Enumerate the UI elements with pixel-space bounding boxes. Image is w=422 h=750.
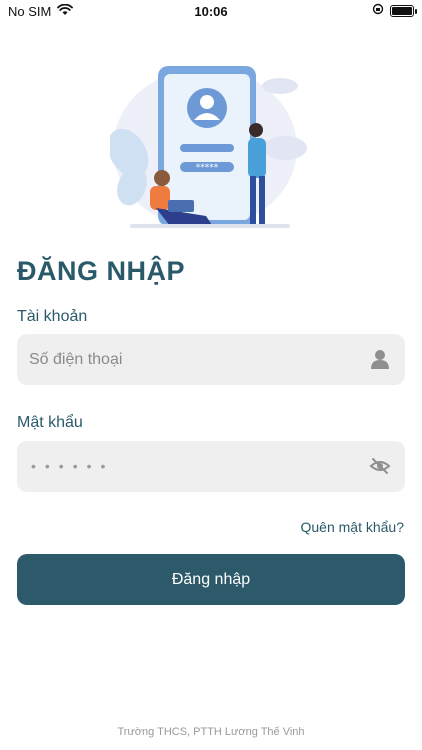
eye-slash-icon[interactable] — [369, 455, 391, 477]
battery-icon — [390, 4, 417, 17]
rotation-lock-icon — [372, 3, 384, 18]
battery-fill — [392, 6, 412, 15]
footer-text: Trường THCS, PTTH Lương Thế Vinh — [117, 726, 305, 738]
password-label: Mật khẩu — [17, 414, 83, 431]
username-field[interactable] — [17, 334, 405, 385]
login-button[interactable]: Đăng nhập — [17, 554, 405, 605]
status-time: 10:06 — [194, 4, 228, 19]
svg-text:*****: ***** — [196, 163, 219, 173]
page-title: ĐĂNG NHẬP — [17, 256, 186, 286]
status-right — [372, 3, 417, 18]
status-bar: No SIM 10:06 — [0, 0, 422, 22]
forgot-password-link[interactable]: Quên mật khẩu? — [300, 519, 404, 535]
login-illustration: ***** — [107, 58, 310, 238]
username-label: Tài khoản — [17, 308, 88, 325]
password-input[interactable]: •••••• — [31, 458, 114, 474]
password-field[interactable]: •••••• — [17, 441, 405, 492]
username-input[interactable] — [29, 334, 349, 385]
user-icon — [369, 348, 391, 370]
login-button-label: Đăng nhập — [171, 570, 251, 588]
